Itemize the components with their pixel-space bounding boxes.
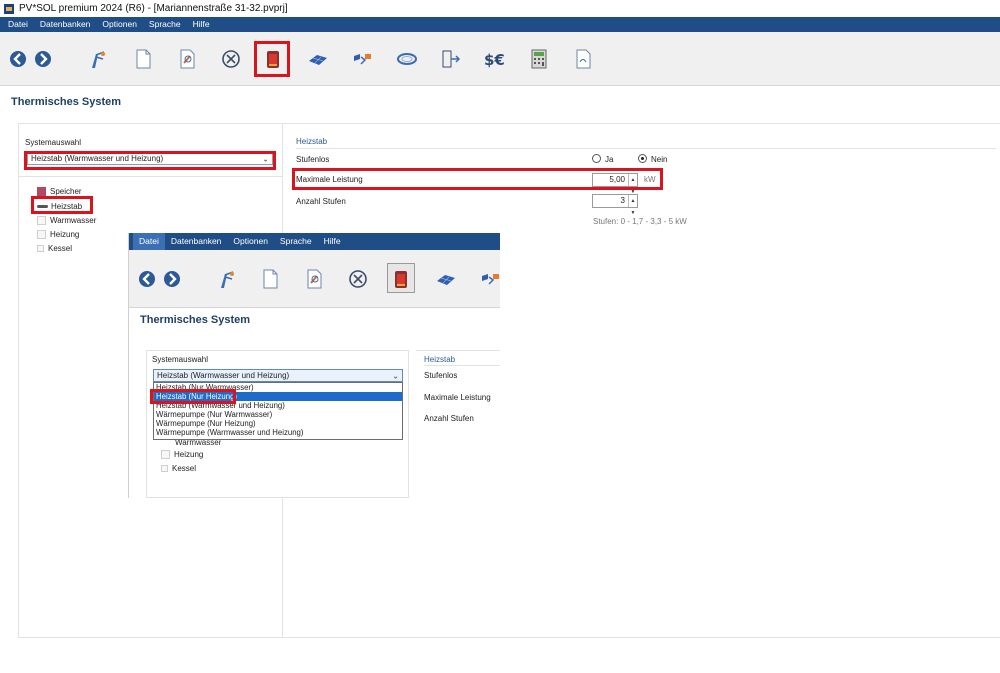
inset-system-panel: Systemauswahl Heizstab (Warmwasser und H…	[146, 350, 409, 498]
page-title: Thermisches System	[11, 96, 122, 108]
app-logo-icon	[4, 3, 14, 14]
main-toolbar: $€	[0, 32, 1000, 86]
tree-label: Kessel	[172, 464, 197, 473]
menu-hilfe[interactable]: Hilfe	[187, 17, 216, 32]
highlight-heating-element	[254, 41, 290, 77]
anzahl-stufen-label: Anzahl Stufen	[296, 197, 346, 206]
radiator-icon	[37, 230, 46, 239]
edit-document-icon[interactable]	[176, 48, 198, 70]
divider	[19, 176, 282, 177]
anzahl-stufen-value: 3	[620, 196, 625, 205]
inset-toolbar	[129, 250, 500, 308]
tree-item-speicher[interactable]: Speicher	[37, 187, 82, 196]
divider	[424, 365, 500, 366]
forward-icon[interactable]	[161, 268, 183, 290]
tree-label: Warmwasser	[175, 440, 222, 446]
edit-document-icon[interactable]	[303, 268, 325, 290]
menu-datenbanken[interactable]: Datenbanken	[34, 17, 97, 32]
radio-nein-label: Nein	[651, 155, 668, 164]
ring-icon[interactable]	[396, 48, 418, 70]
tree-item-warmwasser[interactable]: Warmwasser	[175, 440, 221, 446]
inset-heizstab-panel: Heizstab Stufenlos Maximale Leistung Anz…	[416, 350, 500, 498]
menu-datei[interactable]: Datei	[2, 17, 34, 32]
menu-sprache[interactable]: Sprache	[143, 17, 187, 32]
tree-item-heizung[interactable]: Heizung	[37, 230, 79, 239]
window-title: PV*SOL premium 2024 (R6) - [Mariannenstr…	[19, 3, 288, 14]
forward-icon[interactable]	[32, 48, 54, 70]
boiler-icon	[37, 245, 44, 252]
dropdown-option[interactable]: Wärmepumpe (Nur Heizung)	[154, 419, 402, 428]
inset-menubar: Datei Datenbanken Optionen Sprache Hilfe	[129, 233, 500, 250]
menu-optionen[interactable]: Optionen	[96, 17, 143, 32]
tree-item-warmwasser[interactable]: Warmwasser	[37, 216, 96, 225]
tree-label: Heizung	[50, 230, 80, 239]
anzahl-stufen-label: Anzahl Stufen	[424, 414, 474, 423]
menu-datei[interactable]: Datei	[133, 233, 165, 250]
inset-system-select-value: Heizstab (Warmwasser und Heizung)	[157, 371, 290, 380]
section-title: Heizstab	[296, 137, 328, 146]
pv-module-icon[interactable]	[307, 48, 329, 70]
tree-item-kessel[interactable]: Kessel	[161, 464, 196, 473]
weather-station-icon[interactable]	[215, 268, 237, 290]
svg-text:$€: $€	[484, 51, 505, 69]
radio-nein[interactable]	[638, 154, 647, 163]
window-titlebar: PV*SOL premium 2024 (R6) - [Mariannenstr…	[0, 0, 1000, 17]
spin-buttons[interactable]: ▲ ▼	[628, 195, 637, 216]
highlight-system-select	[24, 151, 276, 170]
financial-analysis-icon[interactable]: $€	[484, 48, 506, 70]
heating-element-icon[interactable]	[390, 268, 412, 290]
inset-page-title: Thermisches System	[140, 314, 251, 326]
tree-label: Heizung	[174, 450, 204, 459]
divider	[296, 148, 996, 149]
anzahl-stufen-input[interactable]: 3 ▲ ▼	[592, 194, 638, 216]
tree-label: Speicher	[50, 187, 82, 196]
storage-tank-icon	[37, 187, 46, 196]
weather-station-icon[interactable]	[86, 48, 108, 70]
systemauswahl-label: Systemauswahl	[152, 355, 209, 364]
transfer-icon[interactable]	[440, 48, 462, 70]
inset-screenshot: Datei Datenbanken Optionen Sprache Hilfe	[128, 233, 500, 498]
max-leistung-label: Maximale Leistung	[424, 393, 491, 402]
radiator-icon	[161, 450, 170, 459]
chevron-down-icon: ⌄	[392, 371, 399, 380]
menu-datenbanken[interactable]: Datenbanken	[165, 233, 228, 250]
boiler-icon	[161, 465, 168, 472]
inset-system-select[interactable]: Heizstab (Warmwasser und Heizung) ⌄	[153, 369, 403, 382]
back-icon[interactable]	[7, 48, 29, 70]
menu-sprache[interactable]: Sprache	[274, 233, 318, 250]
highlight-selected-option	[150, 389, 236, 404]
dropdown-option[interactable]: Wärmepumpe (Warmwasser und Heizung)	[154, 428, 402, 437]
pv-module-icon[interactable]	[435, 268, 457, 290]
cable-plan-icon[interactable]	[351, 48, 373, 70]
close-circle-icon[interactable]	[347, 268, 369, 290]
menu-optionen[interactable]: Optionen	[227, 233, 274, 250]
dropdown-option[interactable]: Wärmepumpe (Nur Warmwasser)	[154, 410, 402, 419]
tree-label: Kessel	[48, 244, 73, 253]
document-icon[interactable]	[259, 268, 281, 290]
menu-hilfe[interactable]: Hilfe	[318, 233, 347, 250]
menubar: Datei Datenbanken Optionen Sprache Hilfe	[0, 17, 1000, 32]
back-icon[interactable]	[136, 268, 158, 290]
systemauswahl-label: Systemauswahl	[25, 138, 82, 147]
tree-item-heizung[interactable]: Heizung	[161, 450, 203, 459]
calculator-icon[interactable]	[528, 48, 550, 70]
cable-plan-icon[interactable]	[479, 268, 500, 290]
section-title: Heizstab	[424, 355, 456, 364]
stufenlos-label: Stufenlos	[424, 371, 458, 380]
stufen-hint: Stufen: 0 - 1,7 - 3,3 - 5 kW	[593, 217, 687, 226]
highlight-heizstab	[31, 196, 93, 214]
radio-ja-label: Ja	[605, 155, 614, 164]
tree-label: Warmwasser	[50, 216, 97, 225]
radio-ja[interactable]	[592, 154, 601, 163]
report-icon[interactable]	[572, 48, 594, 70]
tree-item-kessel[interactable]: Kessel	[37, 244, 72, 253]
tap-water-icon	[37, 216, 46, 225]
highlight-max-leistung	[292, 168, 663, 190]
close-circle-icon[interactable]	[220, 48, 242, 70]
document-icon[interactable]	[132, 48, 154, 70]
stufenlos-label: Stufenlos	[296, 155, 330, 164]
